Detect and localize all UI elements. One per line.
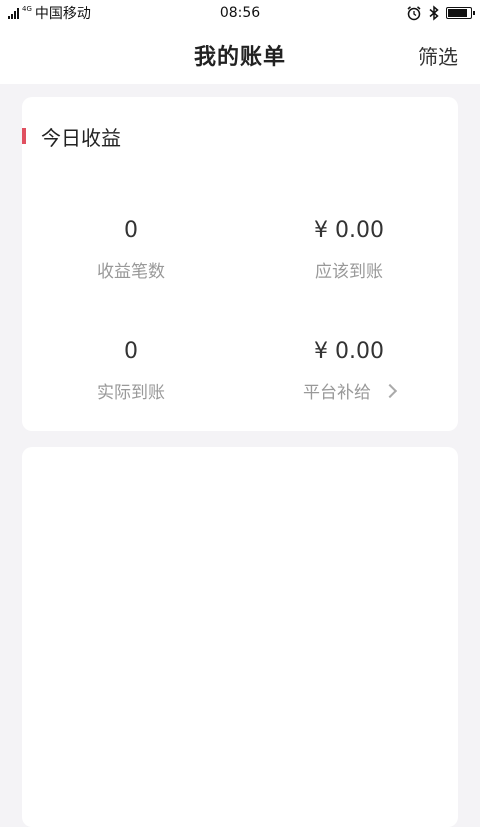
status-right [406,5,475,21]
today-income-card: 今日收益 0 收益笔数 ¥ 0.00 应该到账 0 实际到账 ¥ 0.00 平台… [22,97,458,431]
chevron-right-icon [382,383,398,399]
battery-fill [448,9,467,17]
section-title: 今日收益 [41,125,121,150]
platform-subsidy-label: 平台补给 [303,383,371,403]
expected-amount-stat: ¥ 0.00 应该到账 [240,218,458,282]
platform-subsidy-row[interactable]: 平台补给 [240,378,458,403]
page-title: 我的账单 [193,45,286,70]
filter-button[interactable]: 筛选 [418,41,458,70]
platform-subsidy-stat[interactable]: ¥ 0.00 平台补给 [240,339,458,403]
income-count-stat: 0 收益笔数 [22,218,240,282]
nav-bar: 我的账单 筛选 [0,26,480,84]
signal-icon [8,7,19,19]
battery-icon [446,7,475,19]
carrier-name: 中国移动 [34,6,91,22]
bluetooth-icon [429,5,439,21]
section-header: 今日收益 [22,124,121,150]
section-accent-bar [22,128,26,144]
network-type: 4G [22,5,32,13]
expected-amount-label: 应该到账 [315,262,383,282]
alarm-icon [407,6,421,21]
status-bar: 4G 中国移动 08:56 [0,0,480,26]
actual-amount-value: 0 [124,339,138,364]
actual-amount-stat: 0 实际到账 [22,339,240,403]
expected-amount-value: ¥ 0.00 [314,218,384,243]
status-left: 4G 中国移动 [8,3,91,23]
bill-list-card [22,447,458,827]
actual-amount-label: 实际到账 [97,383,165,403]
income-count-value: 0 [124,218,138,243]
income-count-label: 收益笔数 [97,262,165,282]
platform-subsidy-value: ¥ 0.00 [314,339,384,364]
